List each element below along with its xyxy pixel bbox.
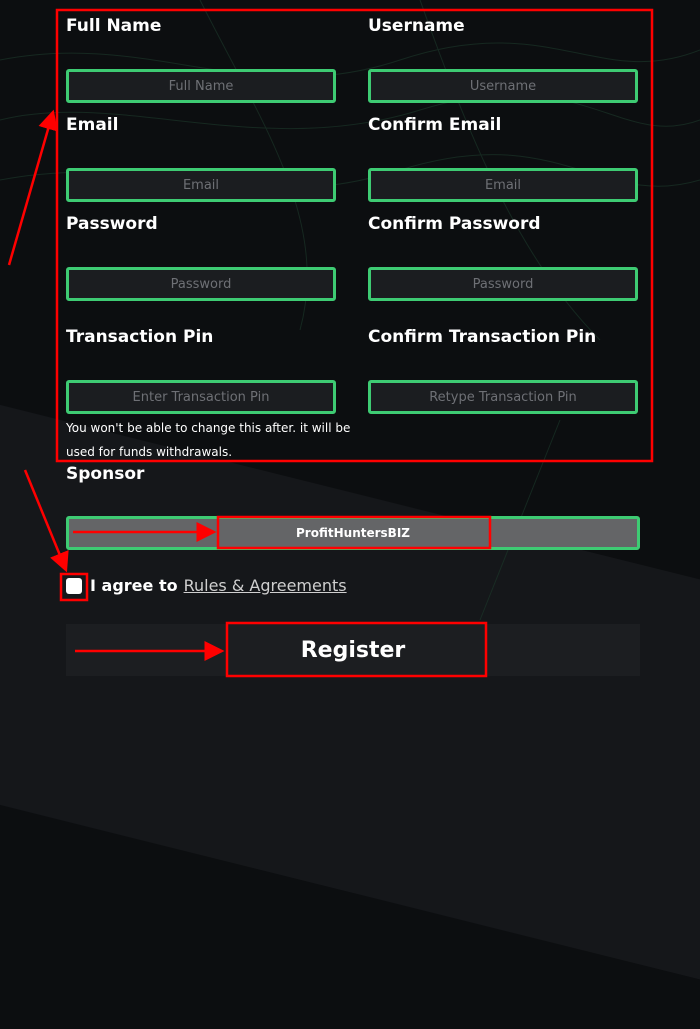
transaction-pin-input[interactable] [66,380,336,414]
email-label: Email [66,115,119,135]
password-input[interactable] [66,267,336,301]
confirm-transaction-pin-input[interactable] [368,380,638,414]
confirm-transaction-pin-label: Confirm Transaction Pin [368,327,597,347]
full-name-input[interactable] [66,69,336,103]
agree-text: I agree to [90,576,178,595]
background-pattern [0,0,700,621]
sponsor-input[interactable] [66,516,640,550]
agree-row: I agree to Rules & Agreements [64,576,347,595]
confirm-password-label: Confirm Password [368,214,541,234]
confirm-email-label: Confirm Email [368,115,502,135]
confirm-password-input[interactable] [368,267,638,301]
username-label: Username [368,16,465,36]
full-name-label: Full Name [66,16,162,36]
pin-note: You won't be able to change this after. … [66,421,351,459]
email-input[interactable] [66,168,336,202]
username-input[interactable] [368,69,638,103]
transaction-pin-label: Transaction Pin [66,327,214,347]
rules-agreements-link[interactable]: Rules & Agreements [184,576,347,595]
password-label: Password [66,214,158,234]
register-button[interactable]: Register [66,624,640,676]
agree-checkbox[interactable] [66,577,82,594]
sponsor-label: Sponsor [66,464,145,484]
confirm-email-input[interactable] [368,168,638,202]
